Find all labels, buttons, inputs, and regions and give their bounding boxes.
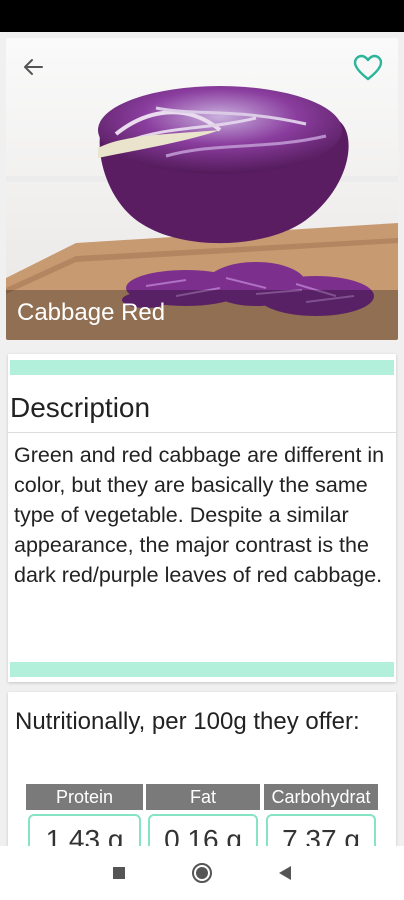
content-area[interactable]: Cabbage Red Description Green and red ca… — [0, 32, 404, 846]
system-navigation-bar — [0, 846, 404, 900]
description-text: Green and red cabbage are different in c… — [14, 443, 385, 587]
nutrient-value: 7.37 g — [266, 814, 376, 846]
status-bar — [0, 0, 404, 32]
nutrient-label: Fat — [146, 784, 260, 810]
description-card: Description Green and red cabbage are di… — [8, 354, 396, 682]
nutrient-value: 0.16 g — [148, 814, 258, 846]
description-heading: Description — [10, 392, 151, 423]
favorite-button[interactable] — [352, 52, 384, 84]
circle-home-icon — [192, 863, 212, 883]
nutrient-carbohydrate: Carbohydrat 7.37 g — [264, 784, 378, 846]
hero-image: Cabbage Red — [6, 38, 398, 340]
nutrient-fat: Fat 0.16 g — [146, 784, 260, 846]
nutrient-protein: Protein 1.43 g — [26, 784, 143, 846]
triangle-back-icon — [279, 866, 291, 880]
nutrition-heading: Nutritionally, per 100g they offer: — [15, 708, 360, 735]
back-button[interactable] — [18, 52, 48, 82]
nutrition-card: Nutritionally, per 100g they offer: Prot… — [8, 692, 396, 846]
arrow-left-icon — [24, 59, 43, 75]
accent-bar-bottom — [10, 662, 394, 677]
home-button[interactable] — [187, 858, 217, 888]
item-title: Cabbage Red — [17, 299, 166, 326]
divider — [8, 432, 396, 433]
square-recents-icon — [113, 867, 125, 879]
nutrient-value: 1.43 g — [28, 814, 141, 846]
back-nav-button[interactable] — [270, 858, 300, 888]
nutrient-label: Carbohydrat — [264, 784, 378, 810]
accent-bar-top — [10, 360, 394, 375]
recents-button[interactable] — [104, 858, 134, 888]
heart-outline-icon — [353, 54, 383, 81]
nutrient-label: Protein — [26, 784, 143, 810]
